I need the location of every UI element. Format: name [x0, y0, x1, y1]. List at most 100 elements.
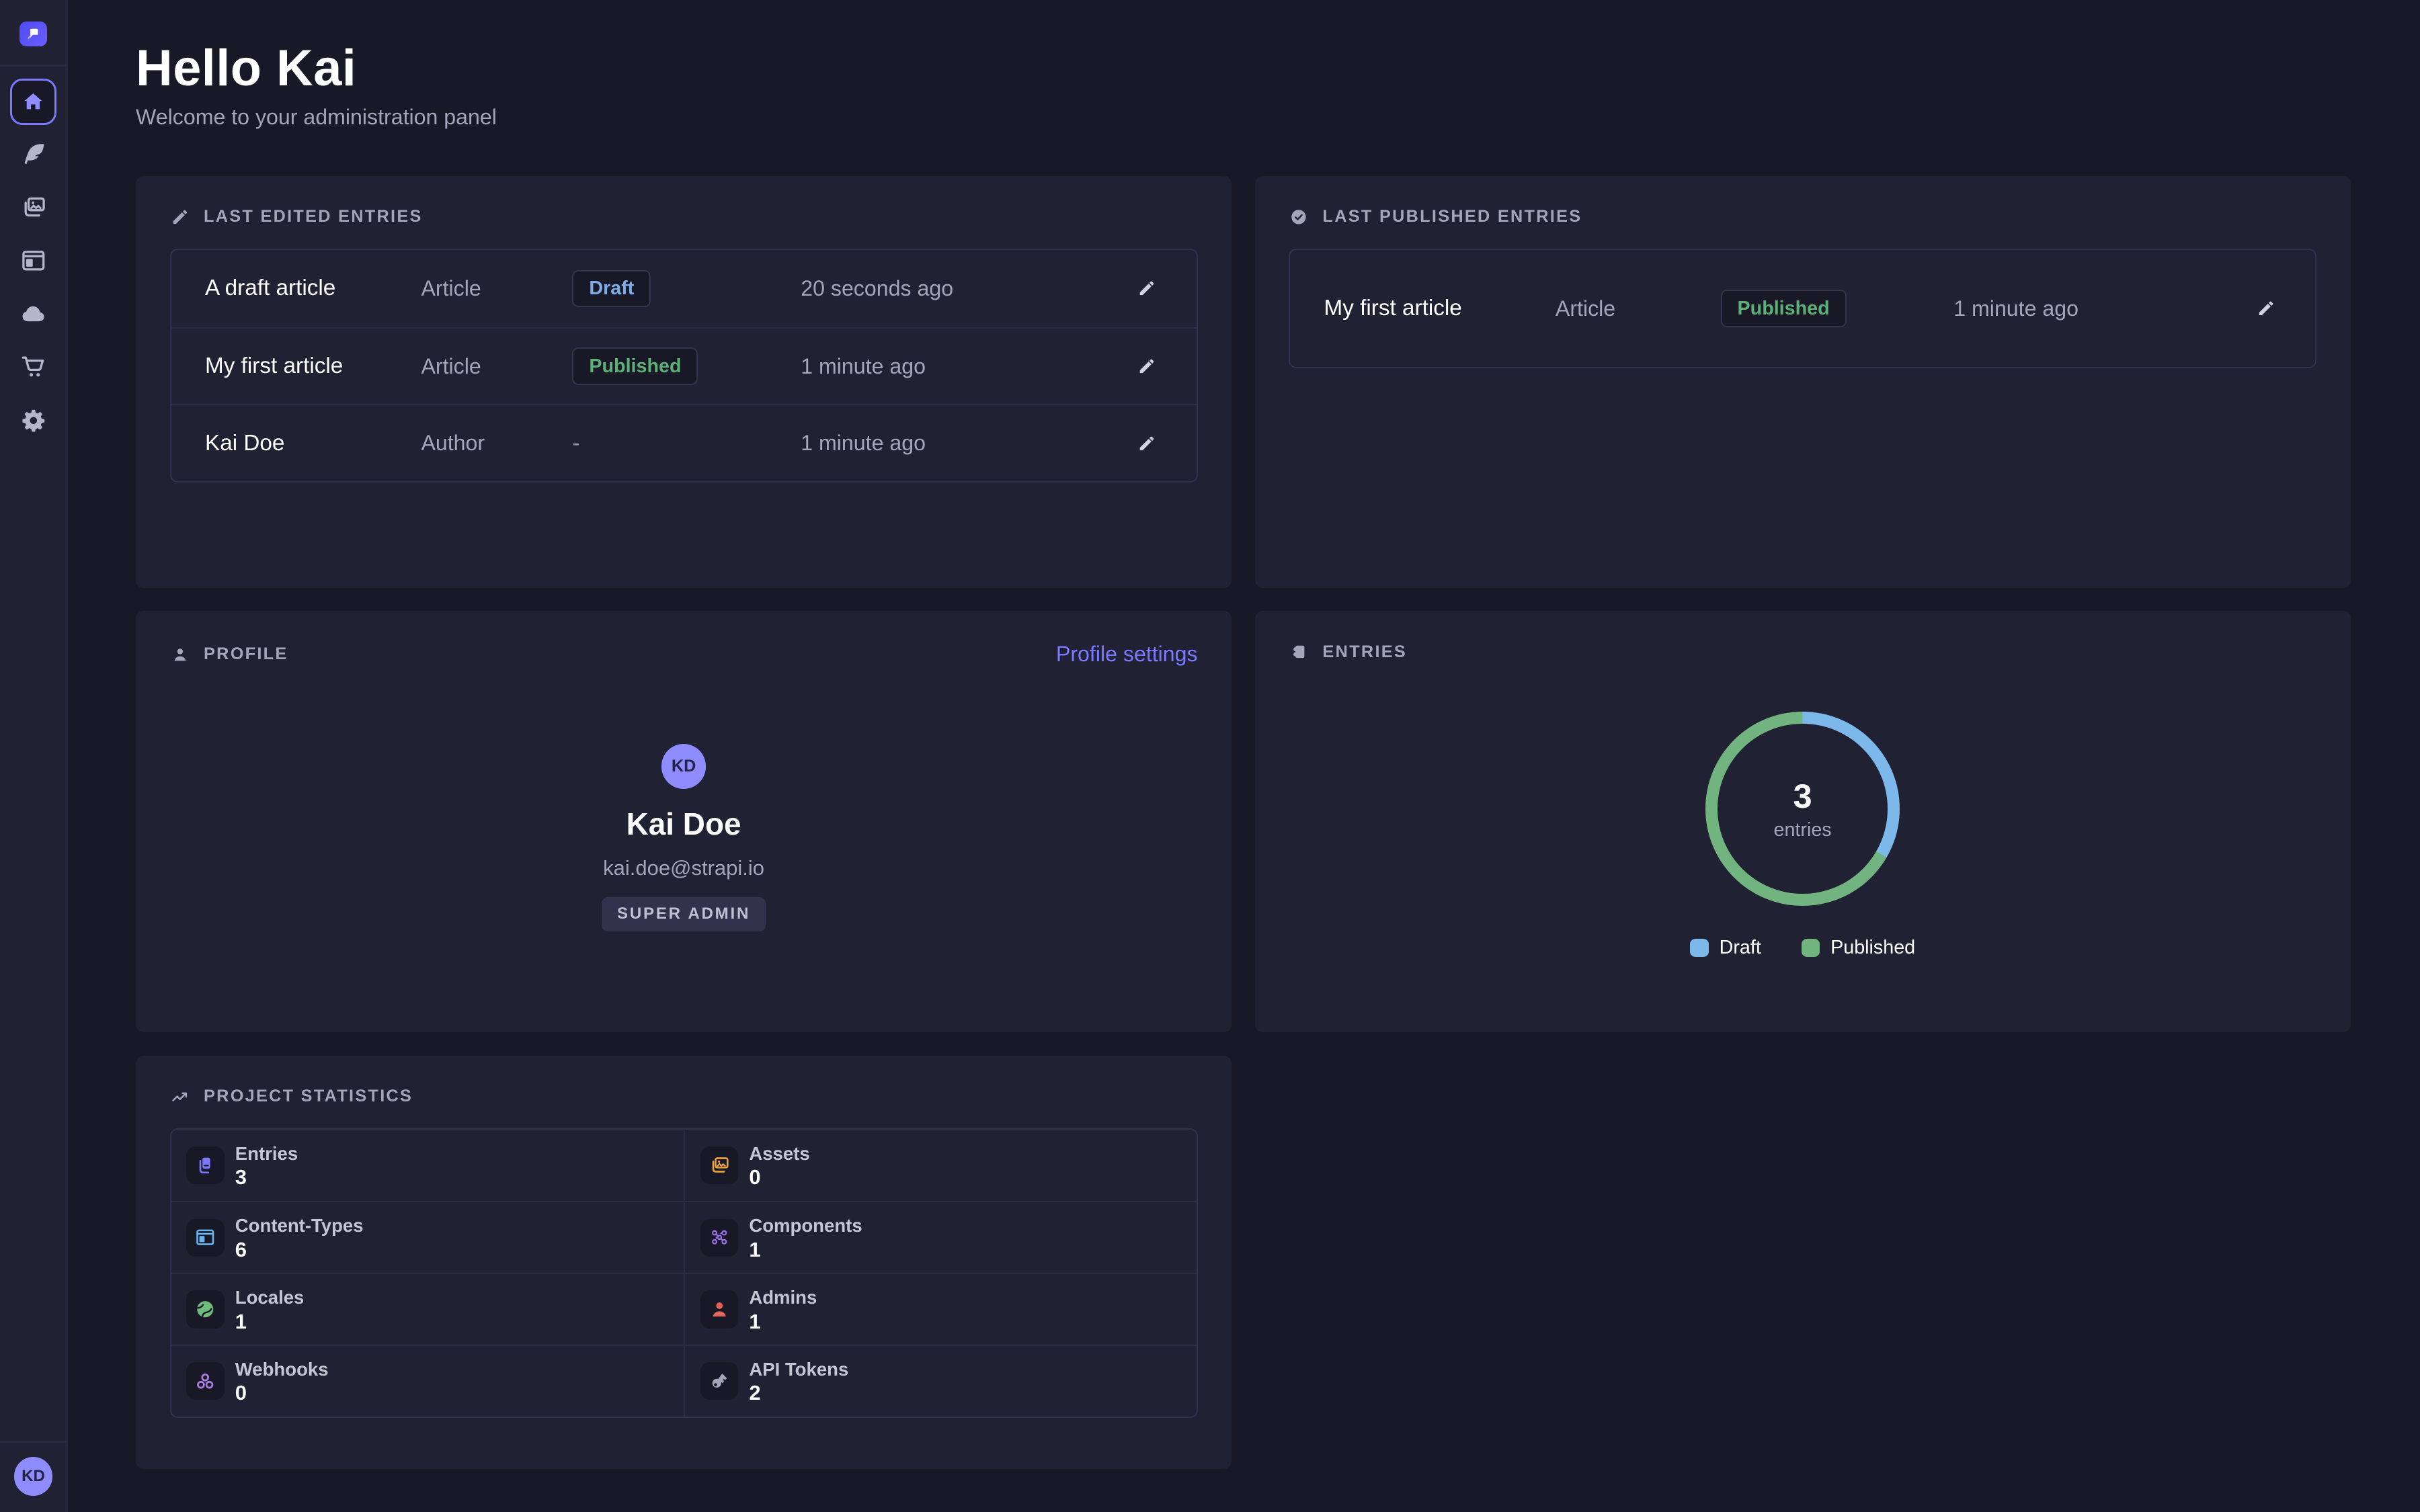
sidebar-divider	[0, 1441, 67, 1442]
stat-assets: Assets 0	[684, 1130, 1197, 1202]
entry-type: Article	[421, 276, 572, 301]
project-statistics-card: PROJECT STATISTICS Entries 3 Assets	[136, 1056, 1232, 1469]
stat-entries: Entries 3	[171, 1130, 684, 1202]
profile-name: Kai Doe	[627, 806, 741, 842]
card-title: LAST EDITED ENTRIES	[204, 207, 423, 226]
edit-entry-button[interactable]	[2251, 293, 2282, 324]
documents-icon	[194, 1154, 216, 1177]
last-published-table: My first article Article Published 1 min…	[1289, 249, 2316, 368]
entry-time: 20 seconds ago	[801, 276, 1128, 301]
cart-icon	[19, 352, 48, 382]
trending-up-icon	[170, 1087, 190, 1107]
layout-icon	[19, 246, 48, 276]
images-icon	[708, 1154, 731, 1177]
card-title: PROFILE	[204, 644, 288, 664]
stat-webhooks: Webhooks 0	[171, 1345, 684, 1417]
chart-legend: Draft Published	[1690, 937, 1915, 959]
stat-label: Content-Types	[235, 1215, 364, 1236]
feather-icon	[19, 140, 48, 169]
stat-label: Assets	[749, 1143, 809, 1165]
entry-time: 1 minute ago	[1953, 296, 2247, 321]
sidebar-item-marketplace[interactable]	[18, 351, 49, 382]
entries-card: ENTRIES 3 entries Draft	[1255, 611, 2351, 1032]
webhook-icon	[194, 1370, 216, 1392]
cloud-icon	[19, 299, 48, 329]
entry-name: My first article	[205, 353, 421, 379]
legend-swatch-published	[1802, 939, 1820, 958]
entry-name: My first article	[1324, 296, 1556, 321]
table-row: My first article Article Published 1 min…	[171, 327, 1197, 405]
stat-components: Components 1	[684, 1201, 1197, 1273]
stats-table: Entries 3 Assets 0 Con	[170, 1128, 1198, 1418]
card-title: ENTRIES	[1323, 642, 1408, 662]
card-title: PROJECT STATISTICS	[204, 1087, 413, 1106]
entry-type: Article	[421, 354, 572, 379]
layout-icon	[194, 1226, 216, 1249]
sidebar-item-settings[interactable]	[18, 405, 49, 436]
profile-card: PROFILE Profile settings KD Kai Doe kai.…	[136, 611, 1232, 1032]
sidebar-item-content-type-builder[interactable]	[18, 245, 49, 276]
globe-icon	[194, 1298, 216, 1320]
pencil-icon	[2256, 298, 2276, 319]
stat-label: Entries	[235, 1143, 298, 1165]
user-icon	[708, 1298, 731, 1320]
legend-item: Published	[1802, 937, 1916, 959]
edit-entry-button[interactable]	[1131, 428, 1162, 459]
main-content: Hello Kai Welcome to your administration…	[68, 0, 2420, 1512]
card-header: LAST EDITED ENTRIES	[170, 207, 1198, 227]
stat-api-tokens: API Tokens 2	[684, 1345, 1197, 1417]
gear-icon	[19, 406, 48, 435]
last-edited-table: A draft article Article Draft 20 seconds…	[170, 249, 1198, 482]
stat-value: 2	[749, 1382, 848, 1403]
sidebar-item-home[interactable]	[10, 79, 56, 125]
sidebar-item-content-manager[interactable]	[18, 139, 49, 170]
page-subtitle: Welcome to your administration panel	[136, 105, 2351, 130]
card-header: PROJECT STATISTICS	[170, 1087, 1198, 1107]
entry-name: A draft article	[205, 276, 421, 301]
stat-value: 3	[235, 1167, 298, 1187]
legend-label: Draft	[1720, 937, 1761, 959]
table-row: My first article Article Published 1 min…	[1290, 250, 2315, 367]
profile-settings-link[interactable]: Profile settings	[1056, 642, 1198, 667]
status-badge: Published	[1721, 290, 1847, 327]
home-icon	[21, 89, 46, 114]
stat-value: 0	[749, 1167, 809, 1187]
sidebar-bottom: KD	[0, 1441, 67, 1512]
legend-label: Published	[1830, 937, 1915, 959]
role-badge: SUPER ADMIN	[602, 897, 766, 931]
avatar[interactable]: KD	[14, 1457, 52, 1495]
last-published-entries-card: LAST PUBLISHED ENTRIES My first article …	[1255, 176, 2351, 588]
edit-entry-button[interactable]	[1131, 273, 1162, 304]
status-badge: Draft	[572, 270, 651, 307]
sidebar-item-deploy[interactable]	[18, 298, 49, 329]
sidebar-item-media-library[interactable]	[18, 192, 49, 223]
entries-total-label: entries	[1774, 819, 1832, 841]
check-circle-icon	[1289, 207, 1309, 227]
entry-time: 1 minute ago	[801, 354, 1128, 379]
sidebar: KD	[0, 0, 68, 1512]
stat-label: Admins	[749, 1287, 817, 1308]
legend-item: Draft	[1690, 937, 1761, 959]
strapi-logo-icon	[24, 25, 43, 44]
last-edited-entries-card: LAST EDITED ENTRIES A draft article Arti…	[136, 176, 1232, 588]
stat-value: 1	[749, 1239, 862, 1260]
pencil-icon	[1137, 433, 1157, 454]
stat-value: 0	[235, 1382, 329, 1403]
entry-type: Author	[421, 431, 572, 456]
pencil-icon	[170, 207, 190, 227]
entry-name: Kai Doe	[205, 431, 421, 456]
stat-value: 6	[235, 1239, 364, 1260]
stat-label: Webhooks	[235, 1359, 329, 1380]
sidebar-nav	[0, 67, 67, 436]
strapi-logo[interactable]	[19, 22, 47, 46]
entries-total: 3	[1793, 776, 1812, 816]
molecule-icon	[708, 1226, 731, 1249]
entries-donut: 3 entries	[1705, 712, 1900, 906]
card-header: PROFILE	[170, 644, 288, 665]
legend-swatch-draft	[1690, 939, 1709, 958]
entry-time: 1 minute ago	[801, 431, 1128, 456]
status-badge: Published	[572, 347, 698, 384]
edit-entry-button[interactable]	[1131, 351, 1162, 382]
card-title: LAST PUBLISHED ENTRIES	[1323, 207, 1582, 226]
page-title: Hello Kai	[136, 43, 2351, 94]
